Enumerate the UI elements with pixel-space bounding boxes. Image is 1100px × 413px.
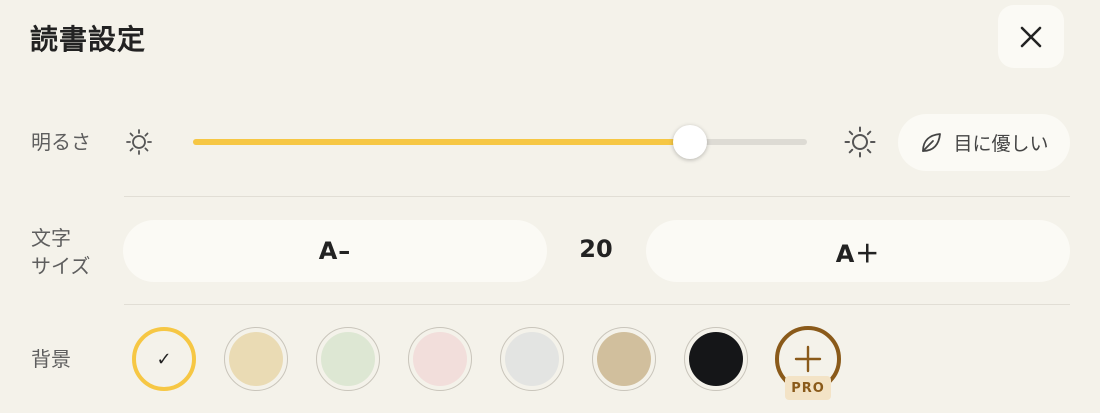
- swatch-color: [505, 332, 559, 386]
- font-decrease-button[interactable]: A–: [123, 220, 547, 282]
- font-size-label: 文字 サイズ: [31, 224, 90, 280]
- background-label: 背景: [31, 347, 71, 371]
- divider: [124, 304, 1070, 305]
- eye-friendly-label: 目に優しい: [953, 133, 1049, 155]
- background-swatch-green[interactable]: [316, 327, 380, 391]
- page-title: 読書設定: [30, 23, 147, 56]
- swatch-color: [321, 332, 375, 386]
- swatch-color: [689, 332, 743, 386]
- eye-friendly-button[interactable]: 目に優しい: [898, 114, 1070, 171]
- close-icon: [1020, 26, 1042, 47]
- swatch-color: [229, 332, 283, 386]
- sun-large-icon: [844, 126, 876, 158]
- background-swatch-black[interactable]: [684, 327, 748, 391]
- background-swatch-pink[interactable]: [408, 327, 472, 391]
- font-size-label-line2: サイズ: [31, 254, 91, 278]
- background-swatch-beige[interactable]: [224, 327, 288, 391]
- close-button[interactable]: [998, 5, 1064, 68]
- brightness-slider[interactable]: [193, 125, 807, 159]
- swatch-color: [413, 332, 467, 386]
- pro-badge: PRO: [785, 376, 831, 400]
- swatch-color: ✓: [137, 332, 191, 386]
- background-swatch-default[interactable]: ✓: [132, 327, 196, 391]
- background-swatch-tan[interactable]: [592, 327, 656, 391]
- brightness-slider-fill: [193, 139, 691, 145]
- background-swatch-gray[interactable]: [500, 327, 564, 391]
- divider: [124, 196, 1070, 197]
- plus-icon: [794, 345, 822, 373]
- leaf-icon: [922, 132, 942, 152]
- font-size-value: 20: [579, 235, 613, 263]
- check-icon: ✓: [156, 348, 172, 370]
- brightness-label: 明るさ: [31, 130, 91, 154]
- sun-small-icon: [126, 129, 152, 155]
- brightness-slider-thumb[interactable]: [673, 125, 708, 159]
- font-increase-button[interactable]: A＋: [646, 220, 1070, 282]
- font-size-label-line1: 文字: [31, 226, 71, 250]
- swatch-color: [597, 332, 651, 386]
